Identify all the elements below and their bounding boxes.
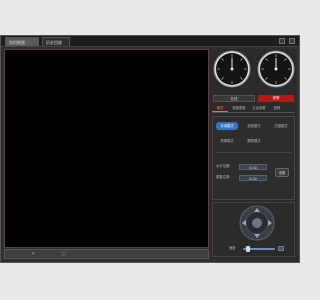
status-row: 在线 报警 bbox=[213, 95, 294, 102]
ptz-control: 速度 bbox=[212, 202, 295, 257]
video-display[interactable] bbox=[4, 49, 209, 248]
tab-ptz-settings[interactable]: 云台设置 bbox=[250, 105, 268, 112]
vertical-position-label: 垂直位置: bbox=[216, 175, 231, 179]
vertical-position-field[interactable]: 0.00 bbox=[239, 175, 267, 181]
tab-playback[interactable]: 历史回放 bbox=[42, 37, 70, 46]
video-toolbar: ▾ ◫ bbox=[4, 249, 209, 259]
speed-slider-thumb[interactable] bbox=[245, 246, 250, 252]
panel-divider bbox=[216, 152, 291, 153]
direction-pad[interactable] bbox=[239, 205, 275, 241]
tab-other[interactable]: 其他 bbox=[270, 105, 284, 112]
play-icon[interactable]: ▾ bbox=[32, 251, 35, 257]
snapshot-icon[interactable]: ◫ bbox=[61, 251, 66, 257]
top-tab-bar: 实时视频 历史回放 bbox=[1, 36, 299, 47]
control-sidebar: 在线 报警 模式 视频参数 云台设置 其他 手动模式 巡航模式 扫描模式 预置模… bbox=[210, 49, 297, 259]
minimize-button[interactable] bbox=[279, 38, 285, 44]
tracking-mode-button[interactable]: 跟踪模式 bbox=[243, 137, 265, 145]
direction-gauge-icon bbox=[257, 50, 295, 88]
preset-mode-button[interactable]: 预置模式 bbox=[216, 137, 238, 145]
cruise-mode-button[interactable]: 巡航模式 bbox=[243, 122, 265, 130]
set-button[interactable]: 设置 bbox=[275, 168, 289, 177]
tab-mode[interactable]: 模式 bbox=[212, 105, 228, 112]
speed-label: 速度 bbox=[229, 246, 236, 250]
alarm-badge[interactable]: 报警 bbox=[258, 95, 294, 102]
mode-panel: 手动模式 巡航模式 扫描模式 预置模式 跟踪模式 水平位置: 0.00 垂直位置… bbox=[212, 116, 295, 200]
online-status: 在线 bbox=[213, 95, 255, 102]
tab-live-video[interactable]: 实时视频 bbox=[5, 37, 39, 46]
speed-gauge-icon bbox=[213, 50, 251, 88]
app-window: 实时视频 历史回放 ▾ ◫ 在线 报警 模式 视频参数 云台设置 其他 手动模式… bbox=[0, 35, 300, 263]
horizontal-position-field[interactable]: 0.00 bbox=[239, 164, 267, 170]
maximize-button[interactable] bbox=[289, 38, 295, 44]
scan-mode-button[interactable]: 扫描模式 bbox=[270, 122, 292, 130]
center-button[interactable] bbox=[252, 218, 262, 228]
speed-value-box bbox=[278, 246, 284, 251]
manual-mode-button[interactable]: 手动模式 bbox=[216, 122, 238, 130]
tab-video-params[interactable]: 视频参数 bbox=[230, 105, 248, 112]
panel-tab-bar: 模式 视频参数 云台设置 其他 bbox=[212, 105, 295, 113]
horizontal-position-label: 水平位置: bbox=[216, 164, 231, 168]
